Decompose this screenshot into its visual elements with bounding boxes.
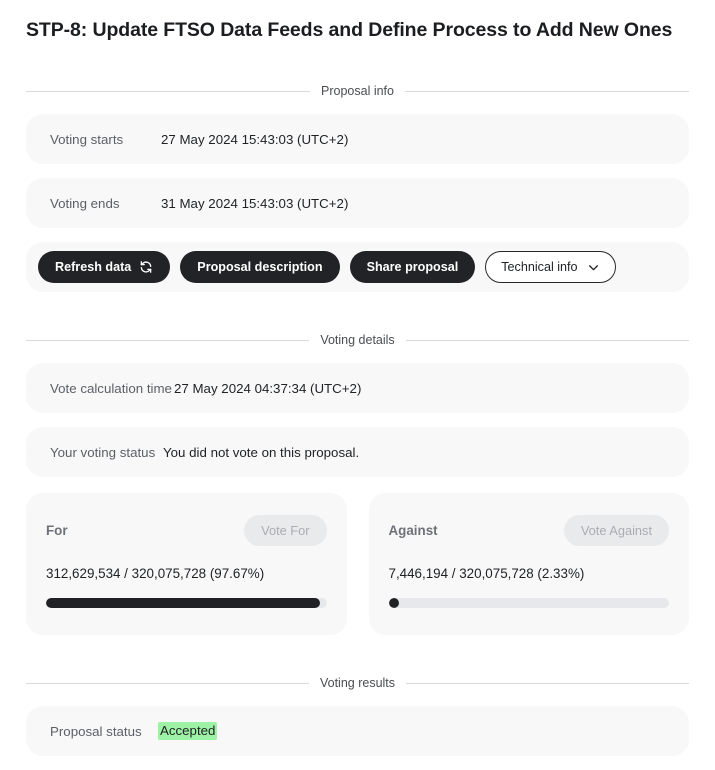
proposal-page: STP-8: Update FTSO Data Feeds and Define… [0,0,715,770]
vote-card-for-title: For [46,523,68,538]
technical-info-label: Technical info [501,260,578,274]
vote-against-label: Vote Against [580,523,652,538]
legend-rule-left [26,682,309,684]
proposal-description-button[interactable]: Proposal description [180,251,340,283]
vote-against-button[interactable]: Vote Against [563,515,669,546]
vote-calculation-time-label: Vote calculation time [50,380,172,396]
vote-calculation-time-value: 27 May 2024 04:37:34 (UTC+2) [174,380,362,396]
legend-rule-right [404,90,689,92]
vote-card-for-header: For Vote For [46,515,327,546]
legend-label: Proposal info [321,84,394,98]
vote-calculation-time-row: Vote calculation time 27 May 2024 04:37:… [26,363,689,413]
section-legend-proposal-info: Proposal info [26,84,689,98]
proposal-description-label: Proposal description [197,260,323,274]
proposal-action-bar: Refresh data Proposal description Share … [26,242,689,292]
vote-for-button[interactable]: Vote For [244,515,327,546]
refresh-data-label: Refresh data [55,260,132,274]
voting-ends-row: Voting ends 31 May 2024 15:43:03 (UTC+2) [26,178,689,228]
proposal-status-label: Proposal status [50,723,142,739]
section-legend-voting-details: Voting details [26,333,690,347]
vote-card-against: Against Vote Against 7,446,194 / 320,075… [368,493,689,635]
vote-for-label: Vote For [261,523,310,538]
your-voting-status-label: Your voting status [50,444,156,460]
legend-rule-left [26,90,311,92]
vote-cards: For Vote For 312,629,534 / 320,075,728 (… [26,493,689,635]
vote-against-numbers: 7,446,194 / 320,075,728 (2.33%) [388,566,585,581]
your-voting-status-value: You did not vote on this proposal. [163,444,360,460]
voting-starts-label: Voting starts [50,131,124,147]
legend-label: Voting details [320,333,395,347]
vote-card-against-title: Against [388,523,438,538]
status-badge: Accepted [158,722,218,740]
vote-card-against-header: Against Vote Against [388,515,669,546]
legend-rule-left [26,339,310,341]
vote-for-numbers: 312,629,534 / 320,075,728 (97.67%) [46,566,265,581]
legend-label: Voting results [319,676,396,690]
page-title: STP-8: Update FTSO Data Feeds and Define… [26,19,673,41]
vote-for-progress-track [46,598,327,608]
section-legend-voting-results: Voting results [26,676,690,690]
voting-starts-value: 27 May 2024 15:43:03 (UTC+2) [161,131,349,147]
vote-against-progress-track [388,598,669,608]
legend-rule-right [406,682,690,684]
vote-card-for: For Vote For 312,629,534 / 320,075,728 (… [26,493,347,635]
proposal-status-row: Proposal status Accepted [26,706,689,756]
voting-ends-value: 31 May 2024 15:43:03 (UTC+2) [161,195,349,211]
share-proposal-button[interactable]: Share proposal [349,251,476,283]
voting-ends-label: Voting ends [50,195,120,211]
refresh-icon [139,260,153,274]
technical-info-button[interactable]: Technical info [485,251,616,283]
your-voting-status-row: Your voting status You did not vote on t… [26,427,689,477]
voting-starts-row: Voting starts 27 May 2024 15:43:03 (UTC+… [26,114,689,164]
vote-for-progress-fill [46,598,320,608]
refresh-data-button[interactable]: Refresh data [38,251,171,283]
share-proposal-label: Share proposal [366,260,459,274]
legend-rule-right [405,339,690,341]
chevron-down-icon [587,261,600,274]
vote-against-progress-fill [388,598,399,608]
